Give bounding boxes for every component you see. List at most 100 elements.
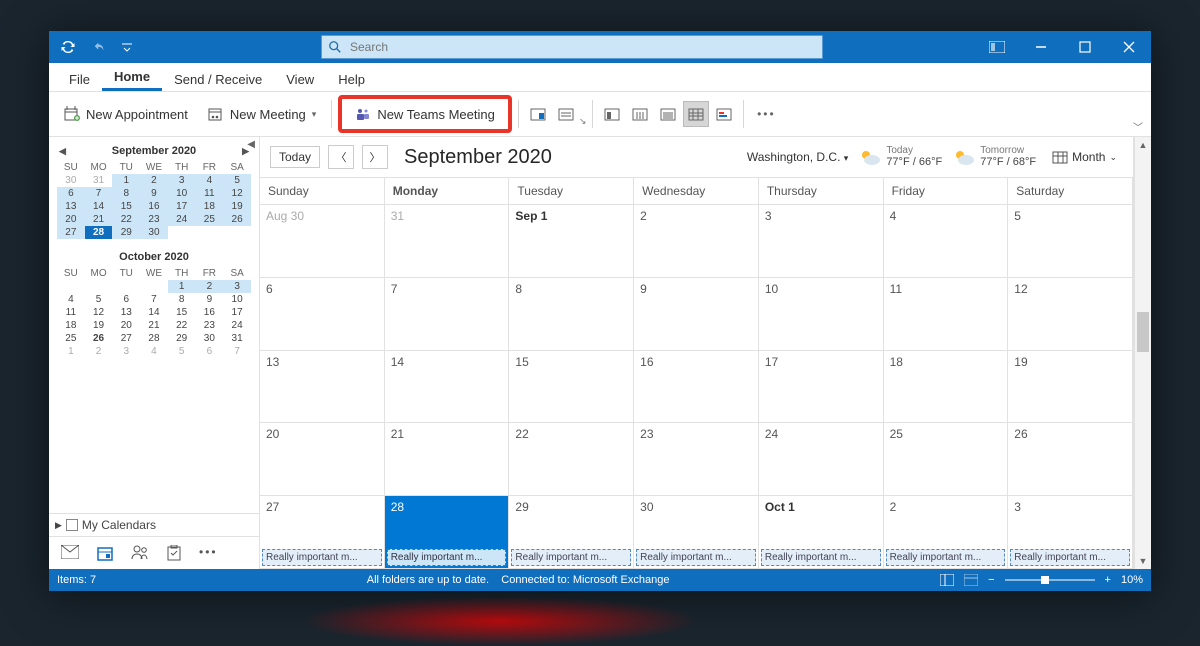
mini-day[interactable]: 5 bbox=[223, 174, 251, 187]
mini-day[interactable]: 13 bbox=[112, 306, 140, 319]
calendar-cell[interactable]: 3 bbox=[759, 205, 884, 278]
mini-day[interactable]: 16 bbox=[196, 306, 224, 319]
mini-day[interactable]: 25 bbox=[196, 213, 224, 226]
collapse-ribbon-icon[interactable]: ﹀ bbox=[1133, 119, 1143, 134]
week-view-icon[interactable] bbox=[655, 101, 681, 127]
mini-day[interactable]: 14 bbox=[140, 306, 168, 319]
close-button[interactable] bbox=[1107, 31, 1151, 63]
calendar-cell[interactable]: 9 bbox=[634, 278, 759, 351]
mini-day[interactable]: 17 bbox=[168, 200, 196, 213]
view-dropdown[interactable]: Month ⌄ bbox=[1046, 147, 1123, 167]
mini-day[interactable]: 19 bbox=[85, 319, 113, 332]
mini-day[interactable]: 10 bbox=[223, 293, 251, 306]
prev-period-button[interactable]: 〈 bbox=[328, 145, 354, 169]
calendar-cell[interactable]: 27Really important m... bbox=[260, 496, 385, 569]
tab-home[interactable]: Home bbox=[102, 63, 162, 91]
undo-icon[interactable] bbox=[87, 35, 113, 59]
next-month-icon[interactable]: ▶ bbox=[242, 146, 249, 157]
maximize-button[interactable] bbox=[1063, 31, 1107, 63]
mini-day[interactable]: 30 bbox=[140, 226, 168, 239]
mini-day[interactable]: 3 bbox=[168, 174, 196, 187]
calendar-cell[interactable]: 30Really important m... bbox=[634, 496, 759, 569]
mini-day[interactable]: 26 bbox=[223, 213, 251, 226]
mini-day[interactable]: 22 bbox=[168, 319, 196, 332]
mini-day[interactable]: 7 bbox=[140, 293, 168, 306]
zoom-in-icon[interactable]: + bbox=[1105, 574, 1111, 586]
prev-month-icon[interactable]: ◀ bbox=[59, 146, 66, 157]
schedule-view-icon[interactable] bbox=[711, 101, 737, 127]
calendar-cell[interactable]: 18 bbox=[884, 351, 1009, 424]
scroll-thumb[interactable] bbox=[1137, 312, 1149, 352]
qat-customize-icon[interactable] bbox=[119, 35, 135, 59]
mini-day[interactable]: 22 bbox=[112, 213, 140, 226]
mini-day[interactable]: 15 bbox=[168, 306, 196, 319]
calendar-cell[interactable]: 14 bbox=[385, 351, 510, 424]
people-nav-icon[interactable] bbox=[131, 545, 149, 561]
calendar-cell[interactable]: 7 bbox=[385, 278, 510, 351]
calendar-event[interactable]: Really important m... bbox=[1010, 549, 1130, 566]
workweek-view-icon[interactable] bbox=[627, 101, 653, 127]
dialog-launcher-icon[interactable]: ↘ bbox=[579, 116, 587, 127]
mini-day[interactable]: 8 bbox=[168, 293, 196, 306]
mini-day[interactable]: 4 bbox=[196, 174, 224, 187]
calendar-cell[interactable]: 21 bbox=[385, 423, 510, 496]
mini-day[interactable]: 11 bbox=[196, 187, 224, 200]
tasks-nav-icon[interactable] bbox=[167, 545, 181, 561]
mini-day[interactable] bbox=[57, 280, 85, 293]
mini-day[interactable]: 14 bbox=[85, 200, 113, 213]
calendar-cell[interactable]: 26 bbox=[1008, 423, 1133, 496]
scroll-down-icon[interactable]: ▼ bbox=[1135, 553, 1151, 569]
tab-view[interactable]: View bbox=[274, 66, 326, 91]
more-nav-icon[interactable]: ••• bbox=[199, 545, 218, 561]
mini-day[interactable] bbox=[85, 280, 113, 293]
mini-calendar-sept[interactable]: ◀ September 2020 ▶ SUMOTUWETHFRSA3031123… bbox=[49, 137, 259, 243]
mini-day[interactable]: 21 bbox=[140, 319, 168, 332]
calendar-cell[interactable]: 16 bbox=[634, 351, 759, 424]
mini-day[interactable]: 20 bbox=[57, 213, 85, 226]
mini-day[interactable]: 21 bbox=[85, 213, 113, 226]
calendar-cell[interactable]: 19 bbox=[1008, 351, 1133, 424]
new-appointment-button[interactable]: New Appointment bbox=[55, 101, 197, 127]
mini-day[interactable]: 5 bbox=[168, 345, 196, 358]
mini-day[interactable] bbox=[196, 226, 224, 239]
calendar-cell[interactable]: 10 bbox=[759, 278, 884, 351]
zoom-slider[interactable] bbox=[1005, 579, 1095, 581]
calendar-cell[interactable]: Aug 30 bbox=[260, 205, 385, 278]
calendar-cell[interactable]: 20 bbox=[260, 423, 385, 496]
mini-day[interactable]: 5 bbox=[85, 293, 113, 306]
mini-day[interactable]: 7 bbox=[85, 187, 113, 200]
mini-day[interactable]: 28 bbox=[85, 226, 113, 239]
coming-soon-icon[interactable] bbox=[975, 31, 1019, 63]
mini-day[interactable]: 30 bbox=[196, 332, 224, 345]
mini-day[interactable]: 11 bbox=[57, 306, 85, 319]
calendar-cell[interactable]: 2Really important m... bbox=[884, 496, 1009, 569]
mini-day[interactable]: 20 bbox=[112, 319, 140, 332]
next7days-icon[interactable] bbox=[553, 101, 579, 127]
calendar-cell[interactable]: 11 bbox=[884, 278, 1009, 351]
my-calendars-toggle[interactable]: ▶ My Calendars bbox=[49, 513, 259, 536]
calendar-cell[interactable]: 8 bbox=[509, 278, 634, 351]
calendar-cell[interactable]: 28Really important m... bbox=[385, 496, 510, 569]
more-commands-icon[interactable]: ••• bbox=[750, 101, 782, 127]
mini-day[interactable]: 6 bbox=[196, 345, 224, 358]
calendar-cell[interactable]: 13 bbox=[260, 351, 385, 424]
calendar-event[interactable]: Really important m... bbox=[262, 549, 382, 566]
mini-day[interactable]: 9 bbox=[196, 293, 224, 306]
calendar-cell[interactable]: 17 bbox=[759, 351, 884, 424]
minimize-button[interactable] bbox=[1019, 31, 1063, 63]
mini-day[interactable]: 26 bbox=[85, 332, 113, 345]
new-meeting-button[interactable]: New Meeting ▾ bbox=[199, 101, 325, 127]
mini-day[interactable] bbox=[168, 226, 196, 239]
mini-day[interactable]: 12 bbox=[223, 187, 251, 200]
tab-file[interactable]: File bbox=[57, 66, 102, 91]
calendar-cell[interactable]: 2 bbox=[634, 205, 759, 278]
today-icon[interactable] bbox=[525, 101, 551, 127]
vertical-scrollbar[interactable]: ▲ ▼ bbox=[1134, 137, 1151, 569]
mini-day[interactable]: 29 bbox=[112, 226, 140, 239]
calendar-cell[interactable]: 29Really important m... bbox=[509, 496, 634, 569]
mini-day[interactable]: 18 bbox=[196, 200, 224, 213]
calendar-cell[interactable]: 24 bbox=[759, 423, 884, 496]
mini-day[interactable] bbox=[112, 280, 140, 293]
mini-day[interactable]: 7 bbox=[223, 345, 251, 358]
location-dropdown[interactable]: Washington, D.C. ▾ bbox=[747, 150, 848, 164]
